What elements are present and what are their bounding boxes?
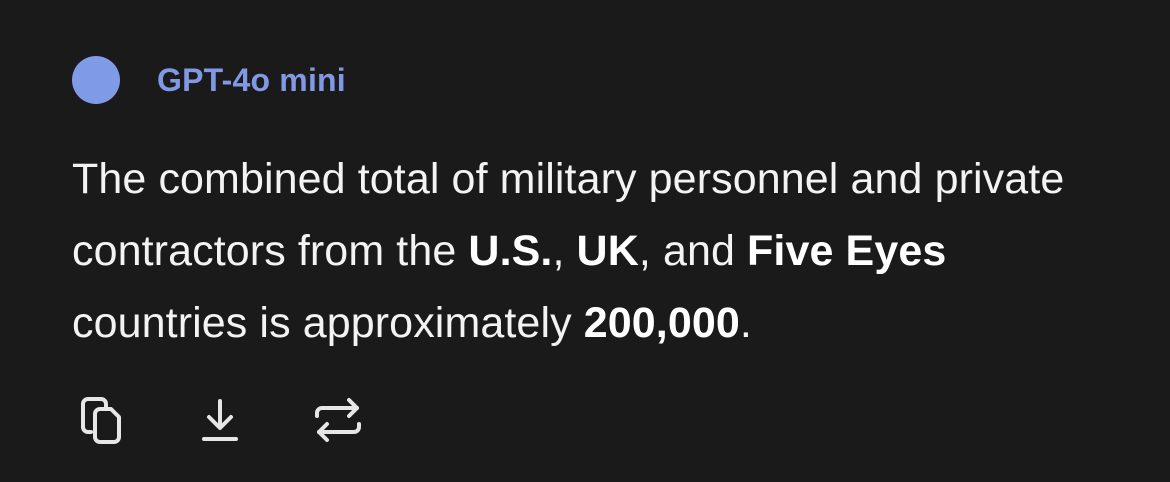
message-header: GPT-4o mini: [72, 54, 1132, 106]
text-segment: .: [739, 299, 752, 347]
regenerate-button[interactable]: [308, 390, 368, 450]
bold-segment: Five Eyes: [747, 227, 947, 275]
message-text: The combined total of military personnel…: [72, 143, 1132, 359]
bold-segment: 200,000: [583, 299, 740, 347]
message-actions: [72, 390, 368, 450]
copy-button[interactable]: [72, 390, 132, 450]
text-segment: , and: [638, 227, 748, 275]
download-button[interactable]: [190, 390, 250, 450]
assistant-message: GPT-4o mini The combined total of milita…: [72, 54, 1132, 359]
download-icon: [202, 399, 238, 441]
bold-segment: UK: [576, 227, 639, 275]
model-name: GPT-4o mini: [157, 61, 346, 98]
copy-icon: [81, 397, 121, 444]
text-segment: countries is approximately: [72, 299, 584, 347]
text-segment: ,: [552, 227, 577, 275]
bold-segment: U.S.: [468, 227, 553, 275]
regenerate-icon: [315, 398, 361, 442]
model-avatar: [72, 56, 120, 104]
